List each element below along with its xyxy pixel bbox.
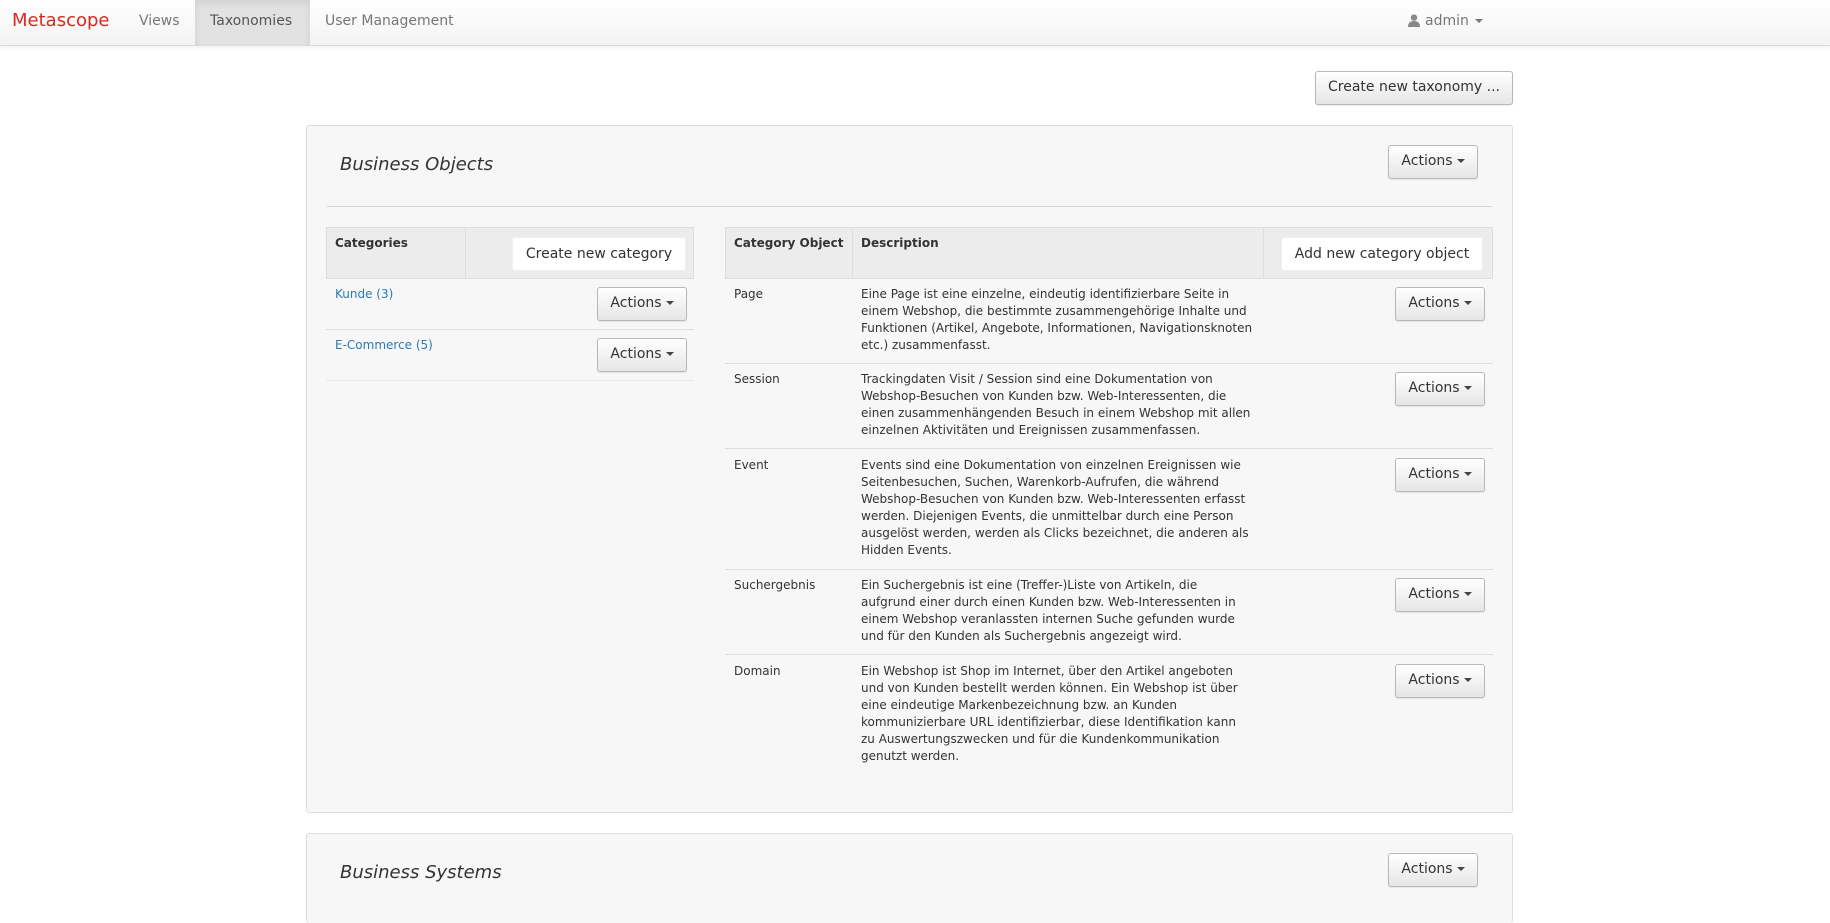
caret-down-icon	[1463, 301, 1472, 305]
object-actions-button[interactable]: Actions	[1395, 664, 1485, 698]
object-name: Page	[734, 287, 764, 301]
create-category-button[interactable]: Create new category	[512, 237, 686, 271]
object-name: Event	[734, 458, 769, 472]
taxonomy-title: Business Systems	[340, 862, 502, 883]
nav-taxonomies[interactable]: Taxonomies	[195, 0, 310, 46]
category-object-header: Category Object	[734, 236, 844, 250]
caret-down-icon	[665, 301, 674, 305]
user-name: admin	[1425, 13, 1469, 29]
caret-down-icon	[1463, 386, 1472, 390]
object-actions-button[interactable]: Actions	[1395, 287, 1485, 321]
category-link-e-commerce[interactable]: E-Commerce (5)	[335, 337, 433, 354]
object-actions-button[interactable]: Actions	[1395, 372, 1485, 406]
caret-down-icon	[665, 352, 674, 356]
category-link-kunde[interactable]: Kunde (3)	[335, 286, 393, 303]
taxonomy-actions-button[interactable]: Actions	[1388, 853, 1478, 887]
panel-divider	[327, 206, 1492, 207]
caret-down-icon	[1456, 867, 1465, 871]
taxonomy-panel: Business Objects Actions Categories Crea…	[306, 125, 1513, 813]
taxonomy-actions-button[interactable]: Actions	[1388, 145, 1478, 179]
categories-header: Categories	[335, 236, 408, 250]
object-description: Eine Page ist eine einzelne, eindeutig i…	[861, 287, 1253, 352]
caret-down-icon	[1474, 19, 1483, 23]
nav-user-management[interactable]: User Management	[310, 0, 469, 46]
description-header: Description	[861, 236, 939, 250]
object-description: Events sind eine Dokumentation von einze…	[861, 458, 1249, 557]
top-navbar: Metascope Views Taxonomies User Manageme…	[0, 0, 1830, 46]
add-category-object-button[interactable]: Add new category object	[1281, 237, 1483, 271]
user-menu[interactable]: admin	[1408, 0, 1483, 46]
object-description: Ein Suchergebnis ist eine (Treffer-)List…	[861, 578, 1236, 643]
taxonomy-title: Business Objects	[340, 154, 494, 175]
object-description: Ein Webshop ist Shop im Internet, über d…	[861, 664, 1238, 763]
user-icon	[1408, 2, 1420, 44]
category-actions-button[interactable]: Actions	[597, 287, 687, 321]
object-name: Suchergebnis	[734, 578, 816, 592]
object-description: Trackingdaten Visit / Session sind eine …	[861, 372, 1251, 437]
object-name: Session	[734, 372, 780, 386]
brand-logo[interactable]: Metascope	[12, 10, 109, 31]
object-actions-button[interactable]: Actions	[1395, 458, 1485, 492]
caret-down-icon	[1456, 159, 1465, 163]
taxonomy-panel: Business Systems Actions	[306, 833, 1513, 923]
object-name: Domain	[734, 664, 781, 678]
caret-down-icon	[1463, 472, 1472, 476]
caret-down-icon	[1463, 592, 1472, 596]
create-taxonomy-button[interactable]: Create new taxonomy ...	[1315, 71, 1513, 105]
category-actions-button[interactable]: Actions	[597, 338, 687, 372]
object-actions-button[interactable]: Actions	[1395, 578, 1485, 612]
nav-views[interactable]: Views	[124, 0, 195, 46]
caret-down-icon	[1463, 678, 1472, 682]
